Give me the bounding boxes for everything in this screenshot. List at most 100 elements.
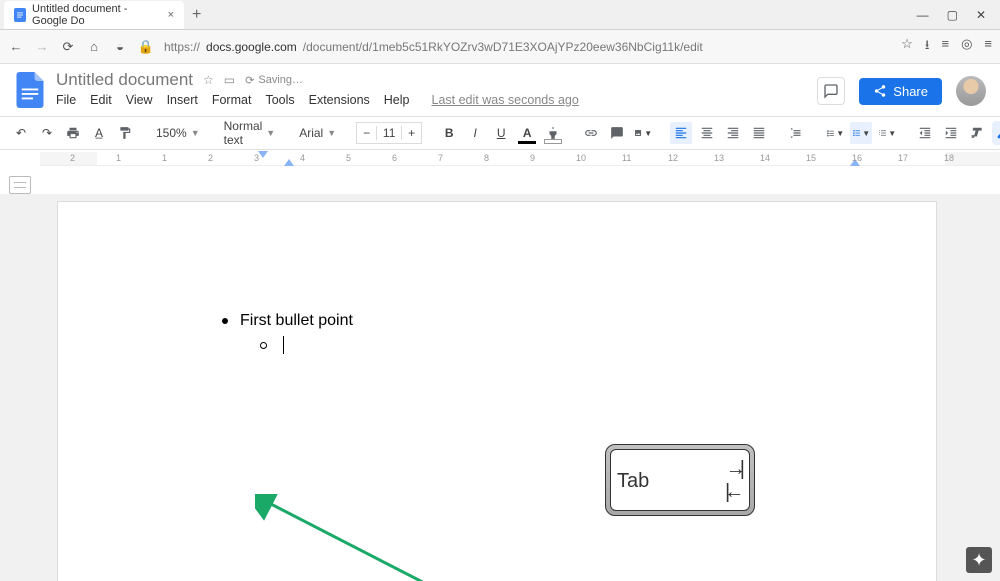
close-window-icon[interactable]: ✕ — [976, 8, 986, 22]
bullet-level-1: First bullet point — [222, 312, 353, 330]
align-justify-button[interactable] — [748, 122, 770, 144]
italic-button[interactable]: I — [464, 122, 486, 144]
tab-key-illustration: Tab →| |← — [605, 444, 755, 516]
lock-icon: 🔒 — [138, 39, 154, 55]
paint-format-button[interactable] — [114, 122, 136, 144]
menu-view[interactable]: View — [126, 93, 153, 107]
tab-key-label: Tab — [617, 470, 649, 493]
window-controls: — ▢ ✕ — [917, 8, 1000, 22]
font-size-increase[interactable]: + — [401, 126, 421, 140]
browser-tab-strip: Untitled document - Google Do × + — ▢ ✕ — [0, 0, 1000, 30]
print-button[interactable] — [62, 122, 84, 144]
library-icon[interactable]: ≡ — [941, 36, 949, 58]
download-icon[interactable]: ⭳ — [925, 36, 930, 58]
menu-extensions[interactable]: Extensions — [309, 93, 370, 107]
ruler-tick: 9 — [530, 153, 535, 163]
ruler-tick: 2 — [70, 153, 75, 163]
ruler-tick: 17 — [898, 153, 908, 163]
document-canvas: First bullet point Tab →| |← press the t… — [0, 194, 1000, 581]
align-left-button[interactable] — [670, 122, 692, 144]
minimize-icon[interactable]: — — [917, 8, 929, 22]
link-button[interactable] — [580, 122, 602, 144]
last-edit[interactable]: Last edit was seconds ago — [432, 93, 579, 107]
numbered-list-button[interactable]: ▼ — [876, 122, 898, 144]
font-size-decrease[interactable]: − — [357, 126, 377, 140]
text-color-button[interactable]: A — [516, 122, 538, 144]
star-icon[interactable]: ☆ — [203, 73, 214, 87]
menu-format[interactable]: Format — [212, 93, 252, 107]
share-label: Share — [893, 84, 928, 99]
url-prefix: https:// — [164, 40, 200, 54]
share-button[interactable]: Share — [859, 78, 942, 105]
clear-format-button[interactable] — [966, 122, 988, 144]
account-icon[interactable]: ◎ — [961, 36, 972, 58]
ruler-tick: 15 — [806, 153, 816, 163]
font-size[interactable]: − 11 + — [356, 122, 422, 144]
text-cursor — [283, 336, 284, 354]
style-select[interactable]: Normal text▼ — [220, 119, 280, 147]
forward-icon[interactable]: → — [34, 39, 50, 55]
browser-tab[interactable]: Untitled document - Google Do × — [4, 1, 184, 29]
ruler-tick: 2 — [208, 153, 213, 163]
new-tab-button[interactable]: + — [184, 6, 209, 24]
bullet-list-button[interactable]: ▼ — [850, 122, 872, 144]
browser-nav-bar: ← → ⟳ ⌂ ◒ 🔒 https://docs.google.com/docu… — [0, 30, 1000, 64]
reload-icon[interactable]: ⟳ — [60, 39, 76, 55]
ruler-tick: 18 — [944, 153, 954, 163]
font-select[interactable]: Arial▼ — [295, 126, 340, 140]
bullet-level-2 — [260, 336, 353, 354]
explore-button[interactable]: ✦ — [966, 547, 992, 573]
outline-toggle[interactable] — [0, 150, 40, 194]
ruler-tick: 7 — [438, 153, 443, 163]
avatar[interactable] — [956, 76, 986, 106]
url-bar[interactable]: https://docs.google.com/document/d/1meb5… — [164, 40, 891, 54]
ruler-tick: 16 — [852, 153, 862, 163]
ruler-tick: 6 — [392, 153, 397, 163]
ruler-tick: 14 — [760, 153, 770, 163]
ruler-tick: 4 — [300, 153, 305, 163]
editing-mode-button[interactable]: ▼ — [992, 121, 1000, 145]
increase-indent-button[interactable] — [940, 122, 962, 144]
tab-arrow-left-icon: |← — [725, 481, 739, 504]
line-spacing-button[interactable] — [786, 122, 808, 144]
close-tab-icon[interactable]: × — [168, 9, 174, 21]
menu-help[interactable]: Help — [384, 93, 410, 107]
align-center-button[interactable] — [696, 122, 718, 144]
home-icon[interactable]: ⌂ — [86, 39, 102, 55]
move-icon[interactable]: ▭ — [224, 73, 235, 87]
spellcheck-button[interactable]: A̲ — [88, 122, 110, 144]
underline-button[interactable]: U — [490, 122, 512, 144]
url-host: docs.google.com — [206, 40, 297, 54]
align-right-button[interactable] — [722, 122, 744, 144]
docs-logo[interactable] — [14, 70, 46, 110]
document-content[interactable]: First bullet point — [222, 312, 353, 354]
bullet-text[interactable]: First bullet point — [240, 312, 353, 330]
bold-button[interactable]: B — [438, 122, 460, 144]
menu-icon[interactable]: ≡ — [984, 36, 992, 58]
maximize-icon[interactable]: ▢ — [947, 8, 958, 22]
horizontal-ruler[interactable]: 21123456789101112131415161718 — [40, 152, 1000, 166]
checklist-button[interactable]: ▼ — [824, 122, 846, 144]
outline-icon — [9, 176, 31, 194]
zoom-select[interactable]: 150%▼ — [152, 126, 204, 140]
doc-title[interactable]: Untitled document — [56, 70, 193, 90]
ruler-tick: 3 — [254, 153, 259, 163]
document-page[interactable]: First bullet point — [57, 201, 937, 581]
comments-button[interactable] — [817, 77, 845, 105]
redo-button[interactable]: ↷ — [36, 122, 58, 144]
menu-file[interactable]: File — [56, 93, 76, 107]
highlight-button[interactable] — [542, 122, 564, 144]
font-size-value[interactable]: 11 — [377, 126, 401, 140]
decrease-indent-button[interactable] — [914, 122, 936, 144]
image-button[interactable]: ▼ — [632, 122, 654, 144]
ruler-tick: 1 — [162, 153, 167, 163]
bookmark-icon[interactable]: ☆ — [901, 36, 913, 58]
back-icon[interactable]: ← — [8, 39, 24, 55]
undo-button[interactable]: ↶ — [10, 122, 32, 144]
menu-insert[interactable]: Insert — [167, 93, 198, 107]
menu-tools[interactable]: Tools — [265, 93, 294, 107]
comment-button[interactable] — [606, 122, 628, 144]
shield-icon[interactable]: ◒ — [112, 39, 128, 55]
tab-arrow-right-icon: →| — [726, 458, 739, 481]
menu-edit[interactable]: Edit — [90, 93, 112, 107]
